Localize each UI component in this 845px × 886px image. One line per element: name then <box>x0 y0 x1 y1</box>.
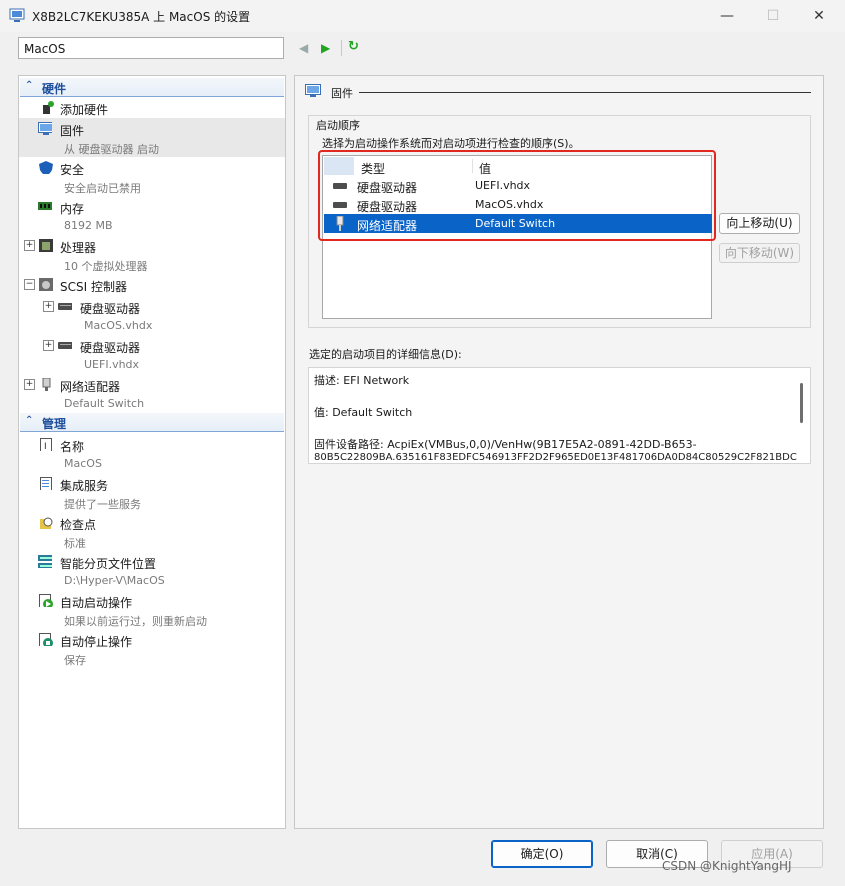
collapse-icon[interactable]: − <box>24 279 35 290</box>
collapse-icon: ⌃ <box>25 80 34 91</box>
firmware-header-icon <box>305 84 321 97</box>
chevron-down-icon: ⌄ <box>24 41 34 54</box>
hard-drive-icon <box>58 342 72 349</box>
name-icon: I <box>40 438 52 451</box>
title-bar: X8B2LC7KEKU385A 上 MacOS 的设置 — ☐ ✕ <box>0 0 845 32</box>
memory-icon <box>38 202 52 210</box>
details-path-line1: 固件设备路径: AcpiEx(VMBus,0,0)/VenHw(9B17E5A2… <box>314 438 697 451</box>
firmware-header: 固件 <box>331 87 353 100</box>
tree-item-auto-start[interactable]: 自动启动操作 如果以前运行过，则重新启动 <box>19 590 285 629</box>
tree-item-memory[interactable]: 内存 8192 MB <box>19 196 285 235</box>
shield-icon <box>39 161 53 174</box>
close-button[interactable]: ✕ <box>796 0 842 32</box>
close-icon: ✕ <box>813 8 825 24</box>
smart-paging-icon <box>38 555 52 568</box>
management-section-header[interactable]: ⌃ 管理 <box>20 413 284 432</box>
details-description: 描述: EFI Network <box>314 374 410 387</box>
expand-icon[interactable]: + <box>43 301 54 312</box>
collapse-icon: ⌃ <box>25 415 34 426</box>
tree-item-scsi-controller[interactable]: − SCSI 控制器 <box>19 274 285 294</box>
integration-services-icon <box>40 477 52 490</box>
auto-stop-icon <box>39 633 53 646</box>
hardware-section-header[interactable]: ⌃ 硬件 <box>20 78 284 97</box>
ok-button[interactable]: 确定(O) <box>491 840 593 868</box>
back-arrow-icon[interactable]: ◀ <box>299 41 308 55</box>
svg-text:I: I <box>44 442 47 451</box>
minimize-button[interactable]: — <box>704 0 750 32</box>
forward-arrow-icon[interactable]: ▶ <box>321 41 330 55</box>
add-hardware-icon <box>43 101 54 114</box>
window-title: X8B2LC7KEKU385A 上 MacOS 的设置 <box>32 10 251 24</box>
details-label: 选定的启动项目的详细信息(D): <box>309 348 462 361</box>
maximize-button[interactable]: ☐ <box>750 0 796 32</box>
expand-icon[interactable]: + <box>43 340 54 351</box>
checkpoint-icon <box>40 517 53 529</box>
settings-app-icon <box>9 8 25 22</box>
details-path-line2: 80B5C22809BA.635161F83EDFC546913FF2D2F96… <box>314 452 797 463</box>
tree-item-hard-drive-macos[interactable]: + 硬盘驱动器 MacOS.vhdx <box>19 296 285 335</box>
boot-order-description: 选择为启动操作系统而对启动项进行检查的顺序(S)。 <box>322 137 580 150</box>
tree-item-add-hardware[interactable]: 添加硬件 <box>19 97 285 117</box>
highlight-annotation <box>318 150 716 241</box>
watermark: CSDN @KnightYangHJ <box>662 859 792 873</box>
move-down-button[interactable]: 向下移动(W) <box>719 243 800 263</box>
processor-icon <box>39 239 53 252</box>
settings-tree: ⌃ 硬件 添加硬件 固件 从 硬盘驱动器 启动 安全 安全启动已禁用 内存 81… <box>18 75 286 829</box>
expand-icon[interactable]: + <box>24 240 35 251</box>
auto-start-icon <box>39 594 53 607</box>
tree-item-network-adapter[interactable]: + 网络适配器 Default Switch <box>19 374 285 413</box>
tree-item-firmware[interactable]: 固件 从 硬盘驱动器 启动 <box>19 118 285 157</box>
vm-select[interactable]: MacOS ⌄ <box>18 37 284 59</box>
tree-item-auto-stop[interactable]: 自动停止操作 保存 <box>19 629 285 668</box>
details-value: 值: Default Switch <box>314 406 413 419</box>
boot-order-label: 启动顺序 <box>316 119 360 132</box>
network-adapter-icon <box>42 378 51 391</box>
tree-item-integration-services[interactable]: 集成服务 提供了一些服务 <box>19 473 285 512</box>
tree-item-security[interactable]: 安全 安全启动已禁用 <box>19 157 285 196</box>
hard-drive-icon <box>58 303 72 310</box>
details-scrollbar[interactable] <box>800 383 803 423</box>
refresh-icon[interactable]: ↻ <box>348 39 359 54</box>
tree-item-processor[interactable]: + 处理器 10 个虚拟处理器 <box>19 235 285 274</box>
tree-item-checkpoints[interactable]: 检查点 标准 <box>19 512 285 551</box>
details-textbox[interactable]: 描述: EFI Network 值: Default Switch 固件设备路径… <box>308 367 811 464</box>
move-up-button[interactable]: 向上移动(U) <box>719 213 800 234</box>
tree-item-smart-paging[interactable]: 智能分页文件位置 D:\Hyper-V\MacOS <box>19 551 285 590</box>
firmware-icon <box>38 122 52 135</box>
expand-icon[interactable]: + <box>24 379 35 390</box>
tree-item-hard-drive-uefi[interactable]: + 硬盘驱动器 UEFI.vhdx <box>19 335 285 374</box>
minimize-icon: — <box>720 8 734 24</box>
scsi-controller-icon <box>39 278 53 291</box>
toolbar-divider <box>341 40 342 56</box>
header-divider <box>359 92 811 93</box>
tree-item-name[interactable]: I 名称 MacOS <box>19 434 285 473</box>
maximize-icon: ☐ <box>766 8 780 24</box>
